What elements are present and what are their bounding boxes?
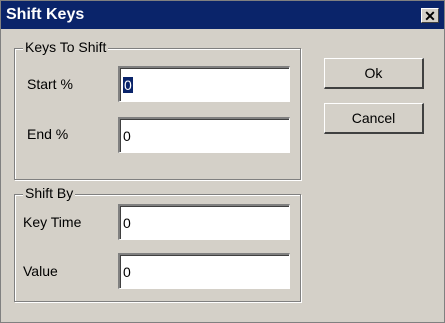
cancel-button-label: Cancel	[351, 110, 396, 126]
close-button[interactable]: ✕	[421, 8, 439, 23]
ok-button-label: Ok	[364, 65, 383, 81]
end-percent-label: End %	[27, 126, 69, 142]
window-title: Shift Keys	[6, 6, 85, 23]
value-field[interactable]	[118, 253, 290, 289]
value-input[interactable]	[120, 255, 289, 288]
close-icon: ✕	[424, 7, 436, 24]
keys-to-shift-label: Keys To Shift	[23, 39, 109, 55]
end-percent-input[interactable]	[120, 119, 289, 152]
start-percent-label: Start %	[27, 76, 73, 92]
key-time-input[interactable]	[120, 206, 289, 239]
dialog-window: Shift Keys ✕ Keys To Shift Start % 0 End…	[0, 0, 445, 323]
shift-by-label: Shift By	[23, 185, 76, 201]
key-time-label: Key Time	[23, 214, 82, 230]
value-label: Value	[23, 263, 58, 279]
ok-button[interactable]: Ok	[324, 58, 424, 89]
start-percent-value: 0	[123, 77, 133, 93]
title-bar[interactable]: Shift Keys ✕	[1, 1, 444, 29]
start-percent-field[interactable]: 0	[118, 66, 290, 102]
end-percent-field[interactable]	[118, 117, 290, 153]
key-time-field[interactable]	[118, 204, 290, 240]
cancel-button[interactable]: Cancel	[324, 103, 424, 134]
